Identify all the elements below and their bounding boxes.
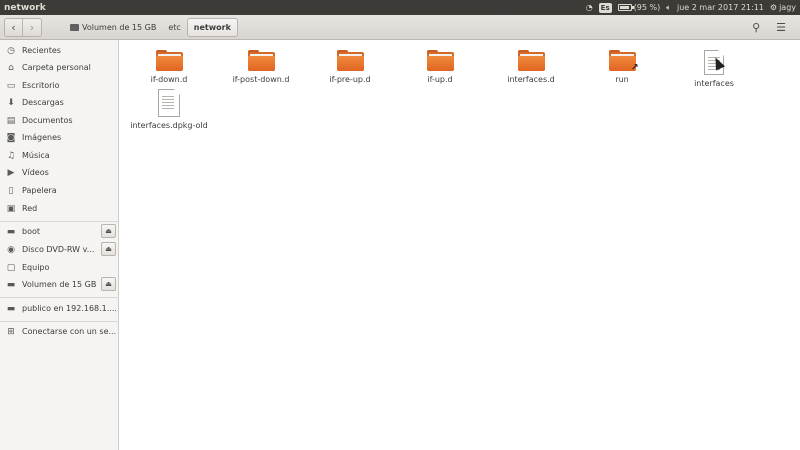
eject-icon: ⏏ bbox=[105, 227, 112, 235]
chevron-right-icon: › bbox=[29, 20, 35, 34]
eject-icon: ⏏ bbox=[105, 280, 112, 288]
search-button[interactable]: ⚲ bbox=[752, 21, 760, 34]
drive-icon: ▬ bbox=[6, 279, 16, 290]
folder-link-icon: ↗ bbox=[608, 50, 639, 73]
sidebar: ◷ Recientes ⌂ Carpeta personal ▭ Escritorio… bbox=[0, 40, 119, 450]
sidebar-item-recientes[interactable]: ◷ Recientes bbox=[0, 42, 119, 59]
video-icon: ▶ bbox=[7, 167, 15, 178]
eject-button[interactable]: ⏏ bbox=[101, 224, 116, 238]
desktop-folder-icon: ▭ bbox=[6, 80, 16, 91]
symlink-arrow-icon: ↗ bbox=[630, 63, 639, 73]
sidebar-item-network[interactable]: ▣ Red bbox=[0, 200, 119, 217]
file-item[interactable]: interfaces.dpkg-old bbox=[126, 89, 212, 137]
sidebar-divider bbox=[0, 221, 119, 222]
file-view[interactable]: if-down.d if-post-down.d if-pre-up.d if-… bbox=[120, 40, 800, 450]
document-icon: ▤ bbox=[6, 115, 16, 126]
network-icon: ▣ bbox=[6, 203, 16, 214]
file-item[interactable]: ↗ run bbox=[579, 50, 665, 96]
sidebar-item-downloads[interactable]: ⬇ Descargas bbox=[0, 94, 119, 111]
eject-icon: ⏏ bbox=[105, 245, 112, 253]
battery-fill bbox=[619, 6, 630, 9]
clock[interactable]: jue 2 mar 2017 21:11 bbox=[677, 3, 764, 12]
breadcrumb: Volumen de 15 GB etc network bbox=[64, 17, 238, 37]
sidebar-item-documents[interactable]: ▤ Documentos bbox=[0, 112, 119, 129]
battery-percent: (95 %) bbox=[633, 3, 661, 12]
breadcrumb-etc[interactable]: etc bbox=[162, 18, 186, 37]
sidebar-item-trash[interactable]: ▯ Papelera bbox=[0, 182, 119, 199]
file-item[interactable]: if-post-down.d bbox=[218, 50, 304, 96]
indicator-area: ◔ Es (95 %) 🔈︎ jue 2 mar 2017 21:11 ⚙ ja… bbox=[586, 2, 800, 13]
file-item[interactable]: if-up.d bbox=[397, 50, 483, 96]
wifi-icon[interactable]: ◔ bbox=[586, 3, 593, 12]
download-icon: ⬇ bbox=[7, 97, 15, 108]
drive-icon: ▬ bbox=[6, 226, 16, 237]
gear-icon: ⚙ bbox=[769, 3, 778, 12]
back-button[interactable]: ‹ bbox=[4, 17, 23, 37]
folder-icon bbox=[247, 50, 275, 71]
sidebar-item-desktop[interactable]: ▭ Escritorio bbox=[0, 77, 119, 94]
sidebar-item-home[interactable]: ⌂ Carpeta personal bbox=[0, 59, 119, 76]
computer-icon: ▢ bbox=[6, 262, 16, 273]
menu-button[interactable]: ☰ bbox=[776, 21, 786, 34]
sidebar-item-pictures[interactable]: ◙ Imágenes bbox=[0, 129, 119, 146]
network-drive-icon: ▬ bbox=[6, 303, 16, 314]
clock-icon: ◷ bbox=[7, 45, 15, 56]
folder-icon bbox=[336, 50, 364, 71]
home-icon: ⌂ bbox=[8, 62, 14, 73]
eject-button[interactable]: ⏏ bbox=[101, 242, 116, 256]
user-name: jagy bbox=[779, 3, 796, 12]
text-file-icon bbox=[158, 89, 180, 117]
window-title: network bbox=[4, 2, 46, 13]
sidebar-item-connect-server[interactable]: ⊞ Conectarse con un se... bbox=[0, 323, 119, 340]
breadcrumb-network[interactable]: network bbox=[186, 17, 238, 37]
volume-icon[interactable]: 🔈︎ bbox=[666, 3, 671, 13]
eject-button[interactable]: ⏏ bbox=[101, 277, 116, 291]
music-icon: ♫ bbox=[6, 150, 16, 161]
forward-button[interactable]: › bbox=[23, 17, 42, 37]
battery-indicator[interactable]: (95 %) bbox=[617, 3, 661, 12]
sidebar-divider bbox=[0, 297, 119, 298]
sidebar-item-videos[interactable]: ▶ Vídeos bbox=[0, 164, 119, 181]
sidebar-item-network-share[interactable]: ▬ publico en 192.168.1.... bbox=[0, 300, 119, 317]
sidebar-item-music[interactable]: ♫ Música bbox=[0, 147, 119, 164]
sidebar-item-computer[interactable]: ▢ Equipo bbox=[0, 259, 119, 276]
sidebar-divider bbox=[0, 321, 119, 322]
folder-icon bbox=[517, 50, 545, 71]
search-icon: ⚲ bbox=[752, 20, 761, 34]
chevron-left-icon: ‹ bbox=[11, 20, 16, 34]
camera-icon: ◙ bbox=[6, 132, 16, 143]
top-panel: network ◔ Es (95 %) 🔈︎ jue 2 mar 2017 21… bbox=[0, 0, 800, 15]
file-item[interactable]: interfaces.d bbox=[488, 50, 574, 96]
session-menu[interactable]: ⚙ jagy bbox=[770, 3, 796, 12]
sidebar-item-volume[interactable]: ▬ Volumen de 15 GB ⏏ bbox=[0, 276, 119, 293]
file-item[interactable]: if-pre-up.d bbox=[307, 50, 393, 96]
hamburger-menu-icon: ☰ bbox=[776, 20, 786, 34]
sidebar-item-dvd[interactable]: ◉ Disco DVD-RW v... ⏏ bbox=[0, 241, 119, 258]
folder-icon bbox=[426, 50, 454, 71]
trash-icon: ▯ bbox=[8, 185, 14, 196]
battery-icon bbox=[617, 4, 634, 11]
sidebar-item-boot[interactable]: ▬ boot ⏏ bbox=[0, 223, 119, 240]
folder-icon bbox=[155, 50, 183, 71]
breadcrumb-volume[interactable]: Volumen de 15 GB bbox=[64, 18, 162, 37]
drive-icon bbox=[70, 23, 79, 31]
add-icon: ⊞ bbox=[7, 326, 15, 337]
keyboard-layout-indicator[interactable]: Es bbox=[598, 2, 612, 13]
header-bar: ‹ › Volumen de 15 GB etc network ⚲ ☰ bbox=[0, 15, 800, 40]
optical-disc-icon: ◉ bbox=[7, 244, 15, 255]
